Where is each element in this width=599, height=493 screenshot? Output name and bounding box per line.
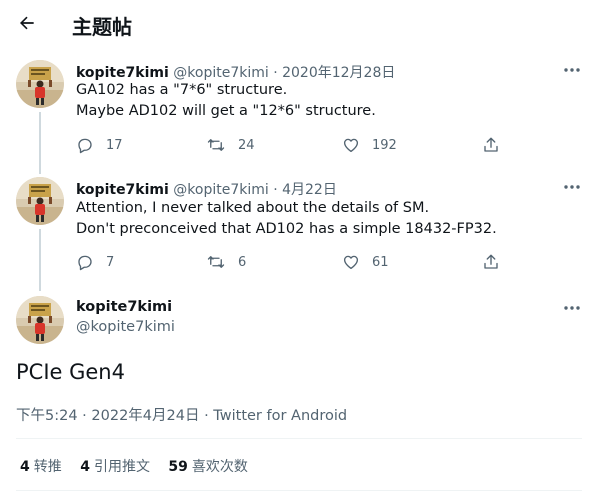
share-button[interactable] [482,251,500,273]
tweet-date[interactable]: 4月22日 [282,182,337,198]
reply-icon [78,138,92,154]
display-name[interactable]: kopite7kimi [76,182,169,198]
tweet-time[interactable]: 下午5:24 [16,408,78,424]
tweet-stats: 4 转推 4 引用推文 59 喜欢次数 [20,456,262,476]
divider [16,490,582,491]
share-button[interactable] [482,134,500,156]
tweet-text-line: GA102 has a "7*6" structure. [76,82,288,98]
more-button[interactable] [559,177,585,197]
retweet-count: 6 [238,254,247,270]
thread-connector [39,229,41,291]
tweet-text-line: Don't preconceived that AD102 has a simp… [76,221,497,237]
back-arrow-icon [20,16,34,30]
like-icon [343,138,359,153]
like-count: 192 [372,137,397,153]
more-icon [564,68,580,72]
meta-separator: · [204,408,209,424]
avatar[interactable] [16,60,64,108]
tweet-timestamp-row: 下午5:24 · 2022年4月24日 · Twitter for Androi… [16,404,347,425]
retweet-button[interactable]: 6 [206,251,246,273]
retweet-icon [207,139,225,151]
thread-tweet-2[interactable]: kopite7kimi @kopite7kimi · 4月22日 Attenti… [0,177,599,291]
user-handle[interactable]: @kopite7kimi [173,182,268,198]
thread-connector [39,112,41,174]
display-name[interactable]: kopite7kimi [76,65,169,81]
meta-separator: · [273,182,278,198]
retweet-icon [207,256,225,268]
likes-stat[interactable]: 59 喜欢次数 [168,459,261,475]
tweet-text: PCIe Gen4 [16,360,125,384]
reply-icon [78,255,92,271]
more-icon [564,306,580,310]
divider [16,438,582,439]
display-name[interactable]: kopite7kimi [76,299,172,315]
reply-button[interactable]: 7 [76,251,114,273]
thread-tweet-1[interactable]: kopite7kimi @kopite7kimi · 2020年12月28日 G… [0,60,599,174]
back-button[interactable] [14,10,40,36]
retweet-button[interactable]: 24 [206,134,255,156]
tweet-source[interactable]: Twitter for Android [213,408,347,424]
more-icon [564,185,580,189]
more-button[interactable] [559,60,585,80]
header-bar: 主题帖 [0,0,599,48]
tweet-text: GA102 has a "7*6" structure. Maybe AD102… [76,80,376,122]
tweet-date[interactable]: 2020年12月28日 [282,65,395,81]
retweet-count: 24 [238,137,255,153]
focused-tweet: kopite7kimi @kopite7kimi PCIe Gen4 下午5:2… [0,294,599,493]
share-icon [484,254,498,269]
retweets-stat[interactable]: 4 转推 [20,459,76,475]
tweet-actions: 17 24 192 [76,134,506,156]
tweet-text: Attention, I never talked about the deta… [76,198,497,240]
tweet-text-line: Maybe AD102 will get a "12*6" structure. [76,103,376,119]
meta-separator: · [82,408,87,424]
avatar[interactable] [16,177,64,225]
tweet-date[interactable]: 2022年4月24日 [91,408,199,424]
tweet-text-line: Attention, I never talked about the deta… [76,200,430,216]
reply-count: 17 [106,137,123,153]
more-button[interactable] [559,298,585,318]
user-handle[interactable]: @kopite7kimi [76,319,175,335]
tweet-meta: kopite7kimi @kopite7kimi · 2020年12月28日 [76,62,395,82]
like-count: 61 [372,254,389,270]
tweet-actions: 7 6 61 [76,251,506,273]
share-icon [484,137,498,152]
user-handle[interactable]: @kopite7kimi [173,65,268,81]
quotes-stat[interactable]: 4 引用推文 [80,459,164,475]
like-icon [343,255,359,270]
like-button[interactable]: 192 [342,134,397,156]
like-button[interactable]: 61 [342,251,389,273]
reply-button[interactable]: 17 [76,134,123,156]
page-title: 主题帖 [72,15,132,39]
avatar[interactable] [16,296,64,344]
tweet-meta: kopite7kimi @kopite7kimi · 4月22日 [76,179,337,199]
reply-count: 7 [106,254,115,270]
meta-separator: · [273,65,278,81]
